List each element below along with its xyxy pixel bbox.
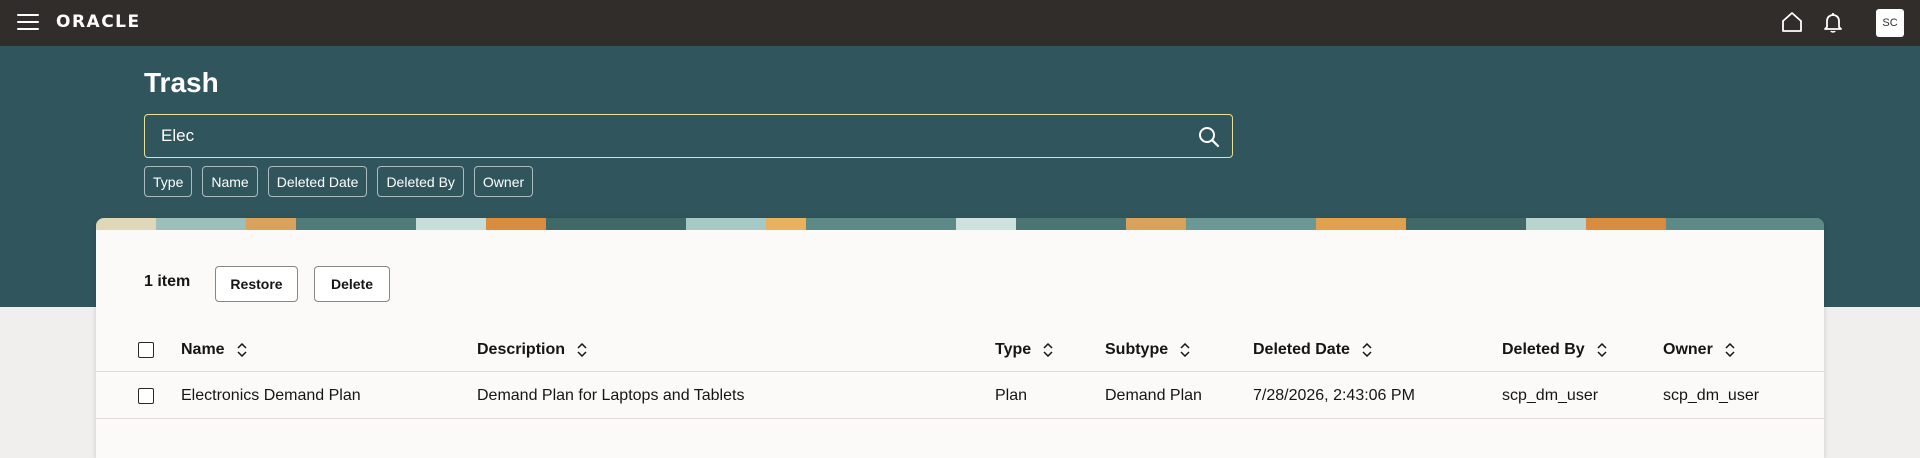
decorative-banner: [96, 218, 1824, 230]
column-header-description[interactable]: Description: [477, 328, 587, 371]
cell-type: Plan: [995, 386, 1028, 404]
column-label: Type: [995, 340, 1032, 358]
item-count: 1 item: [144, 273, 191, 290]
cell-subtype: Demand Plan: [1105, 386, 1202, 404]
table-header: Name Description Type Subtype Deleted Da…: [96, 328, 1824, 372]
menu-icon[interactable]: [17, 14, 39, 32]
page-title: Trash: [144, 67, 219, 98]
sort-icon[interactable]: [1725, 342, 1735, 357]
column-label: Deleted By: [1502, 340, 1585, 358]
filter-chip-type[interactable]: Type: [144, 166, 193, 197]
sort-icon[interactable]: [1597, 342, 1607, 357]
filter-chips: Type Name Deleted Date Deleted By Owner: [144, 166, 534, 197]
column-header-deleted-date[interactable]: Deleted Date: [1253, 328, 1372, 371]
search-icon[interactable]: [1197, 125, 1221, 149]
oracle-logo[interactable]: ORACLE: [56, 12, 141, 32]
filter-chip-deleted-date[interactable]: Deleted Date: [267, 166, 368, 197]
row-checkbox[interactable]: [138, 387, 154, 404]
sort-icon[interactable]: [237, 342, 247, 357]
filter-chip-name[interactable]: Name: [202, 166, 258, 197]
column-label: Deleted Date: [1253, 340, 1350, 358]
home-icon[interactable]: [1780, 10, 1804, 34]
sort-icon[interactable]: [1043, 342, 1053, 357]
column-label: Description: [477, 340, 566, 358]
column-header-owner[interactable]: Owner: [1663, 328, 1735, 371]
cell-deleted-date: 7/28/2026, 2:43:06 PM: [1253, 386, 1415, 404]
column-header-type[interactable]: Type: [995, 328, 1053, 371]
cell-owner: scp_dm_user: [1663, 386, 1760, 404]
table-row[interactable]: Electronics Demand Plan Demand Plan for …: [96, 373, 1824, 419]
sort-icon[interactable]: [1362, 342, 1372, 357]
sort-icon[interactable]: [577, 342, 587, 357]
cell-description: Demand Plan for Laptops and Tablets: [477, 386, 745, 404]
restore-button[interactable]: Restore: [215, 266, 298, 302]
column-header-deleted-by[interactable]: Deleted By: [1502, 328, 1607, 371]
delete-button[interactable]: Delete: [314, 266, 390, 302]
search-box: [144, 114, 1233, 158]
user-avatar[interactable]: SC: [1876, 9, 1904, 37]
bell-icon[interactable]: [1821, 10, 1845, 34]
column-header-subtype[interactable]: Subtype: [1105, 328, 1190, 371]
column-label: Owner: [1663, 340, 1713, 358]
filter-chip-owner[interactable]: Owner: [473, 166, 534, 197]
column-header-name[interactable]: Name: [181, 328, 247, 371]
select-all-checkbox[interactable]: [138, 341, 154, 358]
results-card: 1 item Restore Delete Name Description T…: [96, 218, 1824, 458]
sort-icon[interactable]: [1180, 342, 1190, 357]
top-bar: ORACLE SC: [0, 0, 1920, 46]
filter-chip-deleted-by[interactable]: Deleted By: [377, 166, 464, 197]
column-label: Subtype: [1105, 340, 1169, 358]
column-label: Name: [181, 340, 225, 358]
search-input[interactable]: [161, 115, 1161, 157]
cell-deleted-by: scp_dm_user: [1502, 386, 1599, 404]
cell-name: Electronics Demand Plan: [181, 386, 361, 404]
